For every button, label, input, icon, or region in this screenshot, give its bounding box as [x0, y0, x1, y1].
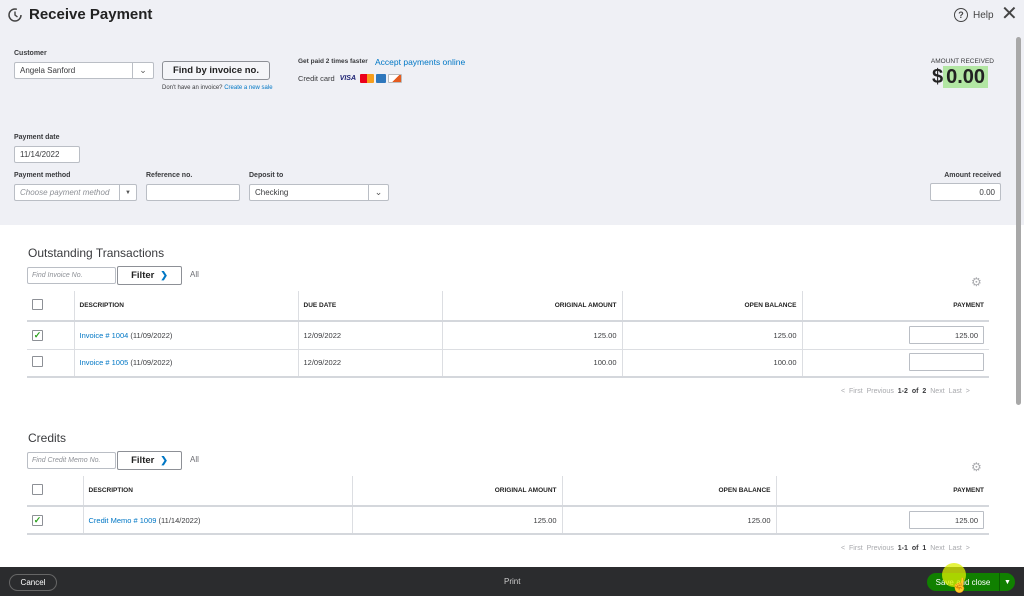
payment-method-label: Payment method	[14, 172, 71, 179]
pager-first[interactable]: < First	[841, 388, 863, 395]
scrollbar[interactable]	[1016, 37, 1021, 405]
row-checkbox[interactable]: ✓	[32, 514, 43, 526]
deposit-to-label: Deposit to	[249, 172, 284, 179]
outstanding-table: DESCRIPTION DUE DATE ORIGINAL AMOUNT OPE…	[27, 291, 989, 378]
credits-title: Credits	[28, 431, 67, 445]
select-all-checkbox[interactable]	[32, 484, 43, 495]
help-label: Help	[973, 9, 994, 21]
save-options-dropdown[interactable]: ▼	[999, 573, 1015, 591]
reference-label: Reference no.	[146, 172, 193, 179]
customer-label: Customer	[14, 50, 47, 57]
col-payment: PAYMENT	[801, 291, 989, 321]
discover-icon	[388, 74, 403, 83]
help-icon: ?	[954, 8, 968, 22]
select-all-checkbox[interactable]	[32, 299, 43, 310]
pager-next[interactable]: Next	[930, 545, 944, 552]
payment-input[interactable]: 125.00	[909, 511, 984, 529]
pager-last[interactable]: Last >	[949, 545, 970, 552]
pager-previous[interactable]: Previous	[867, 388, 894, 395]
pager-range: 1-2 of 2	[897, 388, 927, 395]
chevron-down-icon[interactable]: ⌄	[368, 185, 388, 200]
row-checkbox[interactable]: ✓	[32, 329, 43, 341]
col-description: DESCRIPTION	[82, 476, 352, 506]
gear-icon[interactable]: ⚙	[971, 460, 982, 474]
invoice-link[interactable]: Invoice # 1005	[80, 358, 129, 367]
col-description: DESCRIPTION	[73, 291, 298, 321]
payment-method-placeholder: Choose payment method	[20, 188, 110, 197]
visa-icon: VISA	[339, 75, 357, 82]
chevron-down-icon[interactable]: ⌄	[132, 63, 153, 78]
credits-filter-button[interactable]: Filter ❯	[117, 451, 182, 470]
amex-icon	[376, 74, 387, 83]
credit-memo-link[interactable]: Credit Memo # 1009	[89, 516, 157, 525]
col-payment: PAYMENT	[775, 476, 989, 506]
outstanding-all-label: All	[190, 270, 199, 279]
promo-text: Get paid 2 times faster	[298, 58, 368, 65]
caret-down-icon[interactable]: ▼	[119, 185, 136, 200]
reference-input[interactable]	[146, 184, 240, 201]
accept-payments-link[interactable]: Accept payments online	[375, 57, 465, 67]
find-by-invoice-button[interactable]: Find by invoice no.	[162, 61, 270, 80]
outstanding-pager: < First Previous 1-2 of 2 Next Last >	[841, 388, 970, 395]
payment-method-select[interactable]: Choose payment method ▼	[14, 184, 137, 201]
payment-date-label: Payment date	[14, 134, 60, 141]
amount-received-field-label: Amount received	[944, 172, 1001, 179]
pager-last[interactable]: Last >	[949, 388, 970, 395]
outstanding-filter-button[interactable]: Filter ❯	[117, 266, 182, 285]
create-new-sale-link[interactable]: Create a new sale	[224, 85, 272, 91]
help-button[interactable]: ? Help	[954, 8, 994, 22]
credits-table: DESCRIPTION ORIGINAL AMOUNT OPEN BALANCE…	[27, 476, 989, 535]
credits-all-label: All	[190, 455, 199, 464]
find-credit-memo-input[interactable]: Find Credit Memo No.	[27, 452, 116, 469]
pager-previous[interactable]: Previous	[867, 545, 894, 552]
print-button[interactable]: Print	[504, 577, 520, 586]
credit-card-label: Credit card	[298, 74, 335, 83]
table-row: Invoice # 1005 (11/09/2022) 12/09/2022 1…	[27, 348, 989, 378]
history-icon	[8, 8, 22, 22]
caret-down-icon: ▼	[1004, 578, 1011, 586]
payment-date-input[interactable]: 11/14/2022	[14, 146, 80, 163]
close-button[interactable]: ✕	[1001, 4, 1018, 24]
outstanding-title: Outstanding Transactions	[28, 246, 165, 260]
deposit-to-select[interactable]: Checking ⌄	[249, 184, 389, 201]
payment-input[interactable]	[909, 352, 984, 371]
chevron-right-icon: ❯	[160, 270, 168, 280]
page-title: Receive Payment	[29, 6, 153, 23]
col-due-date: DUE DATE	[297, 291, 442, 321]
pager-range: 1-1 of 1	[897, 545, 927, 552]
gear-icon[interactable]: ⚙	[971, 275, 982, 289]
invoice-link[interactable]: Invoice # 1004	[80, 331, 129, 340]
cancel-button[interactable]: Cancel	[9, 574, 57, 591]
footer-bar: Cancel Print Save and close ▼	[0, 567, 1024, 596]
pager-next[interactable]: Next	[930, 388, 944, 395]
no-invoice-text: Don't have an invoice?	[162, 85, 223, 91]
col-open-balance: OPEN BALANCE	[561, 476, 776, 506]
table-row: ✓ Invoice # 1004 (11/09/2022) 12/09/2022…	[27, 320, 989, 349]
col-original-amount: ORIGINAL AMOUNT	[441, 291, 622, 321]
amount-received-total: $0.00	[932, 66, 989, 89]
deposit-to-value: Checking	[255, 188, 289, 197]
table-row: ✓ Credit Memo # 1009 (11/14/2022) 125.00…	[27, 505, 989, 535]
credits-pager: < First Previous 1-1 of 1 Next Last >	[841, 545, 970, 552]
col-original-amount: ORIGINAL AMOUNT	[351, 476, 562, 506]
col-open-balance: OPEN BALANCE	[621, 291, 802, 321]
customer-select[interactable]: Angela Sanford ⌄	[14, 62, 154, 79]
amount-received-input[interactable]: 0.00	[930, 183, 1001, 201]
hand-cursor-icon: ☝	[951, 577, 969, 593]
find-invoice-input[interactable]: Find Invoice No.	[27, 267, 116, 284]
mastercard-icon	[360, 74, 375, 83]
pager-first[interactable]: < First	[841, 545, 863, 552]
customer-value: Angela Sanford	[20, 66, 76, 75]
amount-received-label: AMOUNT RECEIVED	[930, 58, 994, 65]
row-checkbox[interactable]	[32, 356, 43, 368]
payment-input[interactable]: 125.00	[909, 326, 984, 345]
chevron-right-icon: ❯	[160, 455, 168, 465]
